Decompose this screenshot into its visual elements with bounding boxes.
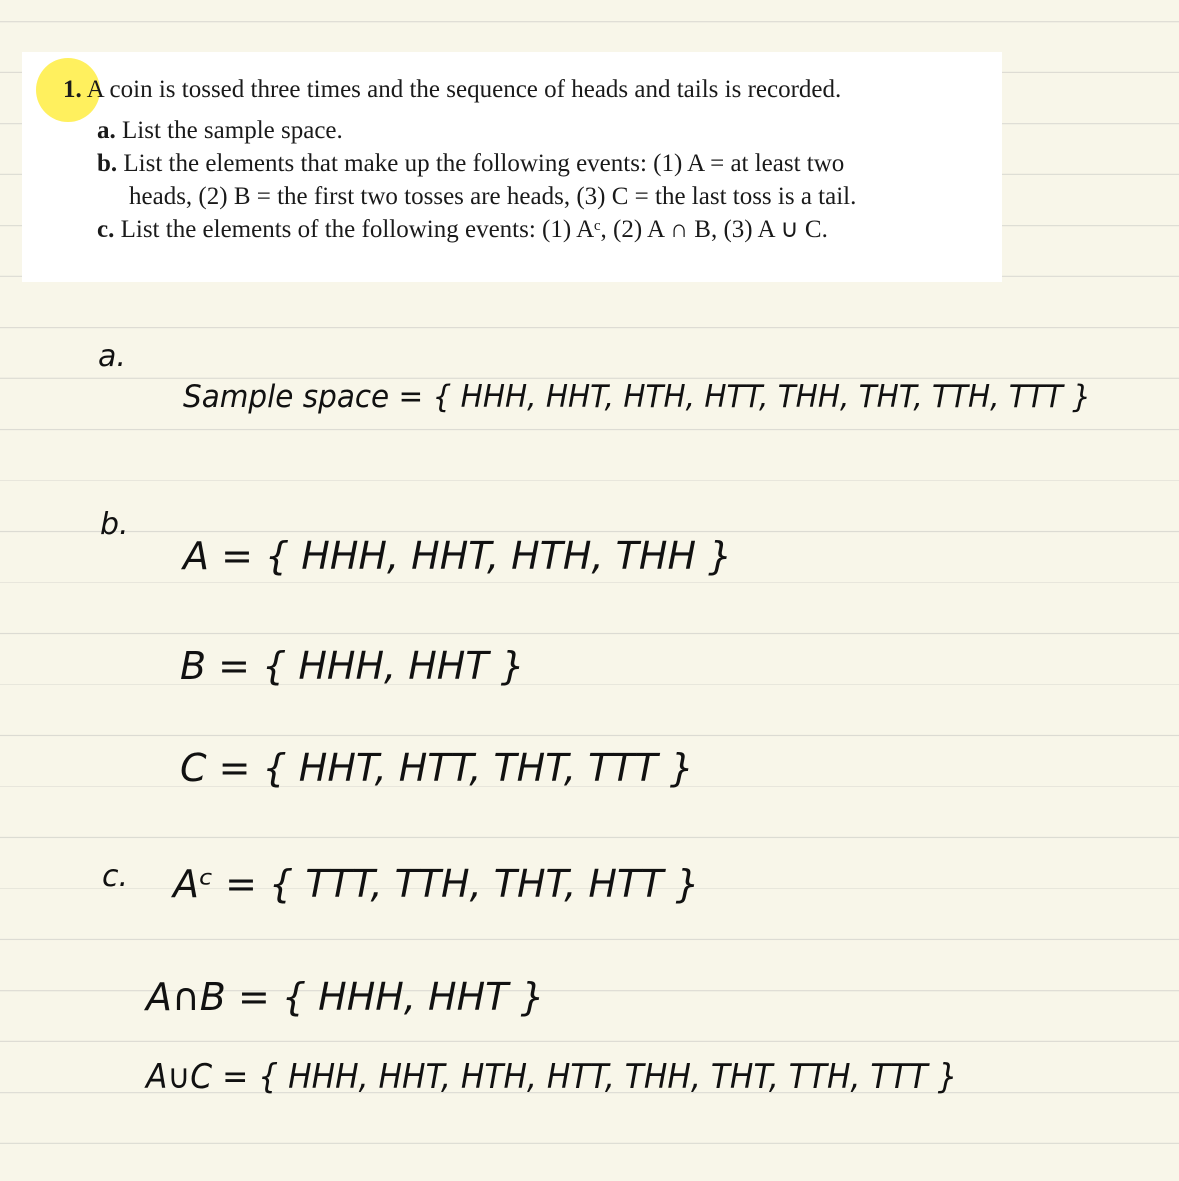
part-a-text: List the sample space.	[122, 117, 343, 144]
part-b-text-2: heads, (2) B = the first two tosses are …	[129, 183, 857, 210]
answer-b-label: b.	[100, 507, 129, 542]
answer-c-label: c.	[102, 859, 129, 894]
problem-line-1: 1. A coin is tossed three times and the …	[63, 77, 841, 102]
part-c-text: List the elements of the following event…	[120, 216, 828, 243]
answer-sample-space: Sample space = { HHH, HHT, HTH, HTT, THH…	[183, 379, 1091, 415]
part-b-line-1: b. List the elements that make up the fo…	[97, 151, 844, 176]
part-c-label: c.	[97, 216, 115, 243]
answer-A-union-C: A∪C = { HHH, HHT, HTH, HTT, THH, THT, TT…	[146, 1057, 958, 1097]
part-a-line: a. List the sample space.	[97, 118, 343, 143]
problem-statement: A coin is tossed three times and the seq…	[86, 76, 842, 103]
answer-event-A: A = { HHH, HHT, HTH, THH }	[183, 534, 733, 578]
answer-a-label: a.	[98, 339, 126, 374]
part-a-label: a.	[97, 117, 116, 144]
part-b-line-2: heads, (2) B = the first two tosses are …	[129, 184, 856, 209]
answer-event-C: C = { HHT, HTT, THT, TTT }	[180, 746, 694, 790]
problem-number: 1.	[63, 76, 82, 103]
part-c-line: c. List the elements of the following ev…	[97, 217, 828, 242]
answer-A-complement: Aᶜ = { TTT, TTH, THT, HTT }	[173, 862, 700, 906]
part-b-text-1: List the elements that make up the follo…	[123, 150, 845, 177]
answer-A-intersect-B: A∩B = { HHH, HHT }	[146, 975, 545, 1019]
answer-event-B: B = { HHH, HHT }	[180, 644, 525, 688]
part-b-label: b.	[97, 150, 118, 177]
